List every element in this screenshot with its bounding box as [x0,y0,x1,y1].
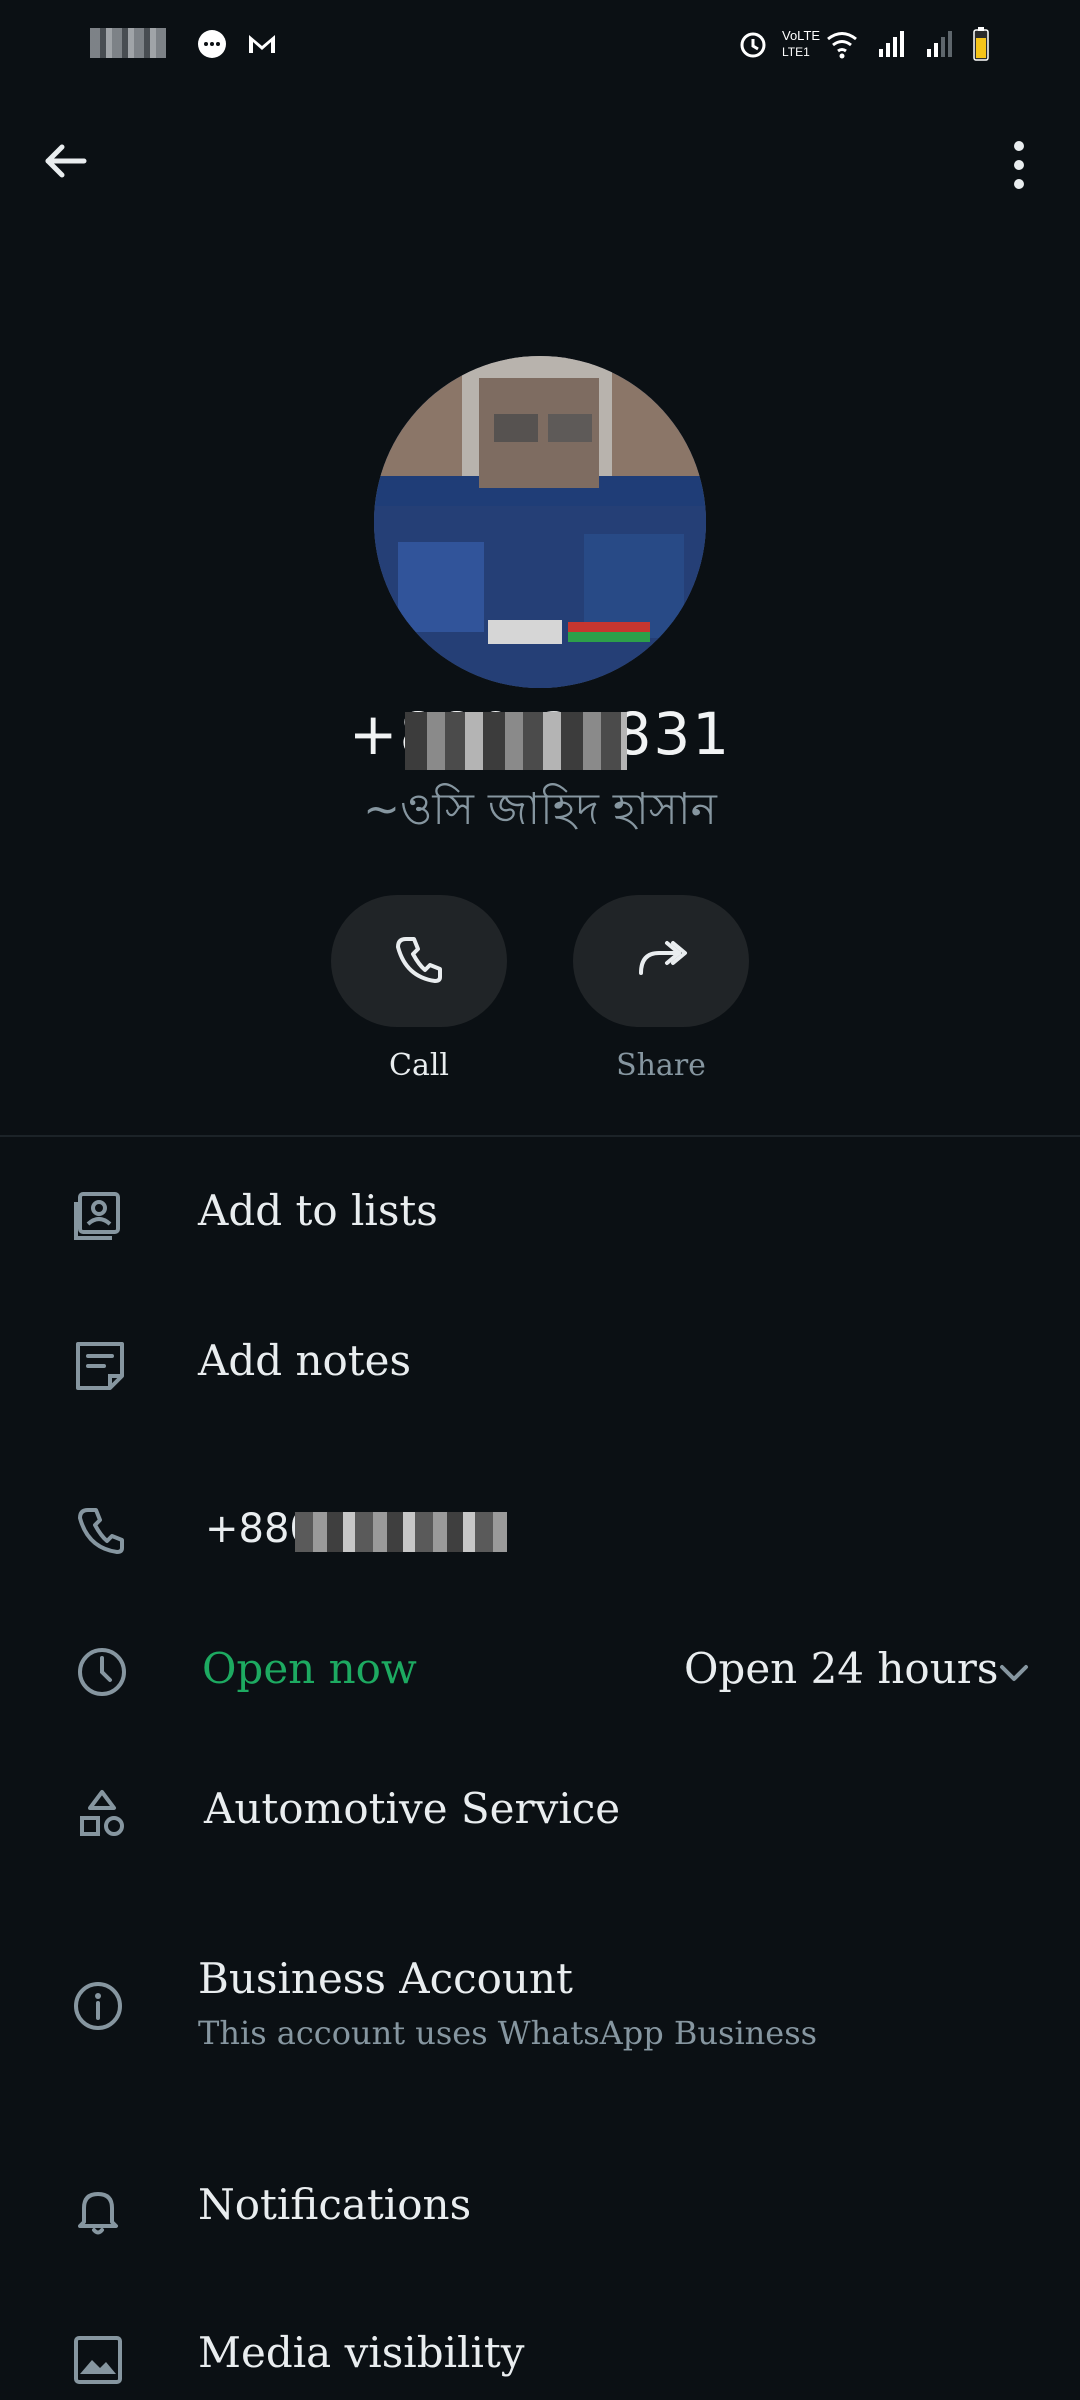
status-time-redacted [90,28,166,58]
message-icon [198,30,226,58]
alarm-icon [740,32,766,58]
battery-icon [973,27,989,61]
more-options-icon[interactable] [990,136,1048,194]
notes-icon [76,1342,124,1390]
add-notes-row[interactable]: Add notes [0,1310,1080,1422]
clock-icon [78,1648,126,1696]
add-to-lists-row[interactable]: Add to lists [0,1158,1080,1270]
business-category-label: Automotive Service [204,1784,621,1833]
notifications-row[interactable]: Notifications [0,2154,1080,2266]
image-icon [74,2336,122,2384]
business-account-title: Business Account [198,1954,573,2003]
add-notes-label: Add notes [198,1336,412,1385]
notifications-label: Notifications [198,2180,472,2229]
call-button[interactable] [331,895,507,1027]
category-icon [80,1790,124,1836]
open-hours-text: Open 24 hours [684,1644,999,1693]
business-account-subtitle: This account uses WhatsApp Business [198,2014,818,2052]
phone-title-redaction [405,712,627,770]
share-label: Share [616,1048,706,1083]
svg-text:LTE1: LTE1 [782,45,810,59]
signal-icon [927,31,952,57]
share-button[interactable] [573,895,749,1027]
media-visibility-label: Media visibility [198,2328,525,2377]
wifi-icon [827,32,857,59]
media-visibility-row[interactable]: Media visibility [0,2304,1080,2400]
phone-icon [396,937,442,983]
bell-icon [78,2192,118,2235]
call-label: Call [388,1048,450,1083]
business-account-row[interactable]: Business Account This account uses Whats… [0,1944,1080,2092]
profile-name: ~ওসি জাহিদ হাসান [363,784,717,835]
svg-text:VoLTE: VoLTE [782,28,820,43]
status-bar: VoLTE LTE1 [0,0,1080,90]
signal-icon [879,31,904,57]
contacts-list-icon [74,1192,120,1240]
profile-avatar[interactable] [374,356,706,688]
chevron-down-icon[interactable] [993,1652,1035,1694]
hours-row[interactable]: Open now Open 24 hours [0,1616,1080,1728]
phone-number-row[interactable]: +880 35831 [0,1470,1080,1586]
add-to-lists-label: Add to lists [198,1186,438,1235]
gmail-icon [249,35,275,53]
info-icon [74,1982,122,2030]
back-arrow-icon[interactable] [34,130,96,192]
share-arrow-icon [639,941,687,975]
section-divider [0,1135,1080,1137]
phone-icon [78,1508,124,1554]
business-category-row: Automotive Service [0,1760,1080,1872]
open-now-status: Open now [202,1644,417,1693]
volte-icon: VoLTE LTE1 [782,28,820,59]
phone-number-redaction [295,1512,507,1552]
